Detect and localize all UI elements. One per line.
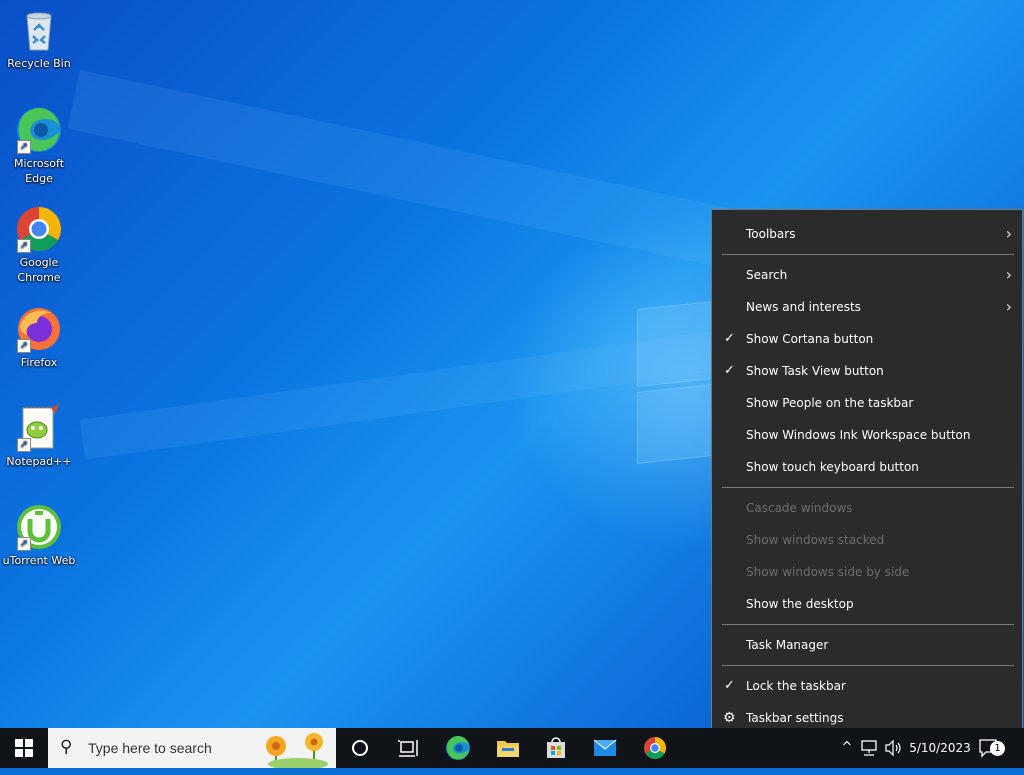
chevron-right-icon: › — [1005, 265, 1012, 284]
desktop-icon-recycle-bin[interactable]: Recycle Bin — [2, 6, 76, 71]
firefox-icon: ➚ — [15, 305, 63, 353]
menu-item-show-windows-ink[interactable]: Show Windows Ink Workspace button — [712, 420, 1022, 450]
menu-separator — [722, 665, 1014, 666]
clock-button[interactable]: 5/10/2023 — [906, 728, 974, 768]
menu-separator — [722, 487, 1014, 488]
desktop-icon-label: Firefox — [20, 356, 58, 369]
taskbar-store-button[interactable] — [532, 728, 580, 768]
shortcut-arrow-icon: ➚ — [17, 140, 31, 154]
menu-item-label: Task Manager — [746, 638, 829, 652]
menu-item-show-windows-side-by-side: Show windows side by side — [712, 557, 1022, 587]
menu-item-show-windows-stacked: Show windows stacked — [712, 525, 1022, 555]
menu-item-label: Show the desktop — [746, 597, 854, 611]
network-button[interactable] — [860, 728, 882, 768]
menu-item-label: Search — [746, 268, 788, 282]
task-view-icon — [398, 740, 418, 757]
checkmark-icon: ✓ — [724, 678, 735, 693]
start-button[interactable] — [0, 728, 48, 768]
menu-item-label: Show Cortana button — [746, 332, 874, 346]
menu-item-show-people[interactable]: Show People on the taskbar — [712, 388, 1022, 418]
menu-item-show-the-desktop[interactable]: Show the desktop — [712, 589, 1022, 619]
menu-item-show-cortana-button[interactable]: ✓ Show Cortana button — [712, 324, 1022, 354]
menu-item-cascade-windows: Cascade windows — [712, 493, 1022, 523]
shortcut-arrow-icon: ➚ — [17, 537, 31, 551]
desktop-icon-utorrent-web[interactable]: ➚ uTorrent Web — [2, 503, 76, 568]
task-view-button[interactable] — [384, 728, 432, 768]
menu-item-search[interactable]: Search › — [712, 260, 1022, 290]
menu-separator — [722, 254, 1014, 255]
menu-item-show-touch-keyboard[interactable]: Show touch keyboard button — [712, 452, 1022, 482]
desktop-icon-label: Microsoft Edge — [13, 157, 65, 185]
taskbar-file-explorer-button[interactable] — [484, 728, 532, 768]
desktop-icon-label: Notepad++ — [6, 455, 72, 468]
menu-item-lock-the-taskbar[interactable]: ✓ Lock the taskbar — [712, 671, 1022, 701]
windows-logo-icon — [15, 739, 33, 757]
menu-separator — [722, 624, 1014, 625]
search-icon: ⚲ — [60, 737, 73, 757]
menu-item-show-task-view-button[interactable]: ✓ Show Task View button — [712, 356, 1022, 386]
taskbar-edge-button[interactable] — [434, 728, 482, 768]
taskbar[interactable]: ⚲ Type here to search ^ 5/10/2023 1 — [0, 728, 1024, 768]
menu-item-label: Lock the taskbar — [746, 679, 846, 693]
checkmark-icon: ✓ — [724, 331, 735, 346]
recycle-bin-icon — [15, 6, 63, 54]
menu-item-toolbars[interactable]: Toolbars › — [712, 219, 1022, 249]
menu-item-label: Show windows stacked — [746, 533, 885, 547]
edge-icon: ➚ — [15, 106, 63, 154]
checkmark-icon: ✓ — [724, 363, 735, 378]
chrome-icon — [644, 737, 666, 759]
taskbar-search-box[interactable]: ⚲ Type here to search — [48, 728, 336, 768]
action-center-button[interactable]: 1 — [978, 728, 1012, 768]
menu-item-task-manager[interactable]: Task Manager — [712, 630, 1022, 660]
shortcut-arrow-icon: ➚ — [17, 239, 31, 253]
volume-button[interactable] — [884, 728, 906, 768]
search-placeholder: Type here to search — [88, 740, 212, 756]
windows-logo-pane — [637, 301, 713, 387]
cortana-button[interactable] — [336, 728, 384, 768]
menu-item-label: Toolbars — [746, 227, 796, 241]
show-hidden-icons-button[interactable]: ^ — [838, 728, 856, 768]
desktop-icon-microsoft-edge[interactable]: ➚ Microsoft Edge — [2, 106, 76, 186]
notepadpp-icon: ➚ — [15, 404, 63, 452]
menu-item-label: Show Task View button — [746, 364, 884, 378]
store-icon — [547, 737, 565, 758]
desktop-icon-label: uTorrent Web — [2, 554, 76, 567]
menu-item-label: Show People on the taskbar — [746, 396, 914, 410]
taskbar-context-menu: Toolbars › Search › News and interests ›… — [711, 209, 1023, 742]
menu-item-news-and-interests[interactable]: News and interests › — [712, 292, 1022, 322]
utorrent-icon: ➚ — [15, 503, 63, 551]
taskbar-chrome-button[interactable] — [631, 728, 679, 768]
desktop-icon-label: Recycle Bin — [7, 57, 71, 70]
search-highlight-flowers-icon — [266, 733, 328, 768]
desktop-icon-google-chrome[interactable]: ➚ Google Chrome — [2, 205, 76, 285]
chevron-right-icon: › — [1005, 224, 1012, 243]
chevron-right-icon: › — [1005, 297, 1012, 316]
cortana-icon — [352, 740, 368, 756]
notification-count-badge: 1 — [990, 741, 1005, 756]
menu-item-label: Cascade windows — [746, 501, 853, 515]
menu-item-label: Show windows side by side — [746, 565, 910, 579]
desktop-icon-firefox[interactable]: ➚ Firefox — [2, 305, 76, 370]
taskbar-mail-button[interactable] — [581, 728, 629, 768]
menu-item-label: Show Windows Ink Workspace button — [746, 428, 971, 442]
menu-item-label: News and interests — [746, 300, 861, 314]
desktop-icon-label: Google Chrome — [17, 256, 61, 284]
shortcut-arrow-icon: ➚ — [17, 438, 31, 452]
chevron-up-icon: ^ — [841, 740, 853, 755]
clock-date: 5/10/2023 — [909, 741, 971, 755]
windows-logo-pane — [637, 384, 713, 464]
menu-item-label: Show touch keyboard button — [746, 460, 919, 474]
mail-icon — [593, 739, 617, 756]
file-explorer-icon — [497, 741, 519, 757]
network-icon — [861, 740, 877, 756]
shortcut-arrow-icon: ➚ — [17, 339, 31, 353]
edge-icon — [446, 736, 470, 760]
chrome-icon: ➚ — [15, 205, 63, 253]
desktop-icon-notepadpp[interactable]: ➚ Notepad++ — [2, 404, 76, 469]
volume-icon — [885, 739, 901, 757]
